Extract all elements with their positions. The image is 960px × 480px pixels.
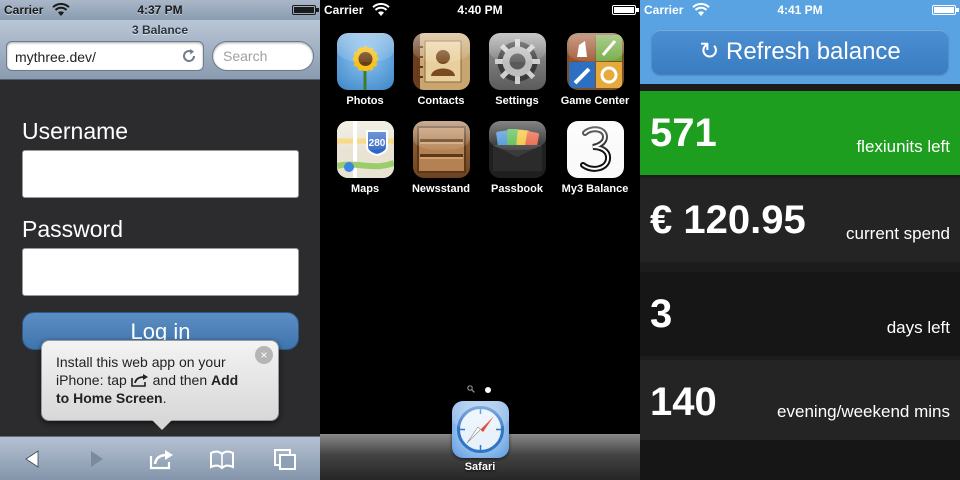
safari-screen: Carrier 4:37 PM 3 Balance mythree.dev/ U… — [0, 0, 320, 480]
clock: 4:40 PM — [457, 3, 503, 17]
safari-address-bar: 3 Balance mythree.dev/ — [0, 20, 320, 80]
stat-value: € 120.95 — [650, 198, 806, 242]
stat-label: days left — [886, 318, 950, 337]
app-label: Game Center — [560, 95, 630, 107]
share-icon[interactable] — [148, 447, 174, 471]
username-label: Username — [22, 118, 129, 144]
passbook-icon — [488, 121, 546, 178]
share-icon — [130, 374, 148, 387]
bookmarks-icon[interactable] — [209, 447, 235, 471]
battery-icon — [292, 5, 319, 15]
install-tooltip: Install this web app on your iPhone: tap… — [41, 340, 279, 430]
battery-icon — [932, 5, 959, 15]
refresh-bar: ↻ Refresh balance — [640, 20, 960, 84]
page-indicator[interactable] — [320, 380, 640, 398]
app-label: Newsstand — [411, 183, 471, 195]
stat-flexiunits: 571 flexiunits left — [640, 91, 960, 175]
app-newsstand[interactable]: Newsstand — [406, 121, 476, 195]
forward-icon[interactable] — [83, 447, 109, 471]
three-icon — [566, 121, 624, 178]
stat-label: evening/weekend mins — [777, 402, 950, 421]
tip-text-middle: and then — [152, 372, 208, 388]
app-photos[interactable]: Photos — [330, 33, 400, 107]
tabs-icon[interactable] — [272, 447, 298, 471]
game-center-icon — [566, 33, 624, 90]
reload-icon[interactable] — [181, 48, 197, 64]
status-bar: Carrier 4:41 PM — [640, 0, 960, 20]
battery-icon — [612, 5, 639, 15]
url-text: mythree.dev/ — [15, 49, 96, 65]
stat-label: flexiunits left — [856, 137, 950, 156]
username-field[interactable] — [22, 150, 299, 198]
refresh-balance-button[interactable]: ↻ Refresh balance — [652, 30, 948, 74]
password-label: Password — [22, 216, 123, 242]
app-label: Photos — [346, 95, 384, 107]
app-label: Safari — [464, 461, 496, 473]
safari-icon — [451, 401, 509, 458]
contacts-icon — [412, 33, 470, 90]
app-settings[interactable]: Settings — [482, 33, 552, 107]
page-title: 3 Balance — [131, 23, 189, 37]
home-screen: Carrier 4:40 PM Photos Contacts Settings… — [320, 0, 640, 480]
clock: 4:37 PM — [137, 3, 183, 17]
balance-screen: Carrier 4:41 PM ↻ Refresh balance 571 fl… — [640, 0, 960, 480]
stat-current-spend: € 120.95 current spend — [640, 178, 960, 262]
app-label: Maps — [350, 183, 380, 195]
app-my3-balance[interactable]: My3 Balance — [560, 121, 630, 195]
status-bar: Carrier 4:40 PM — [320, 0, 640, 20]
newsstand-icon — [412, 121, 470, 178]
clock: 4:41 PM — [777, 3, 823, 17]
app-passbook[interactable]: Passbook — [482, 121, 552, 195]
app-label: Passbook — [491, 183, 543, 195]
stat-row-empty — [640, 440, 960, 480]
safari-toolbar — [0, 436, 320, 480]
password-field[interactable] — [22, 248, 299, 296]
search-input[interactable] — [212, 41, 314, 71]
tip-text-after: . — [162, 390, 167, 406]
app-label: My3 Balance — [561, 183, 629, 195]
status-bar: Carrier 4:37 PM — [0, 0, 320, 20]
app-game-center[interactable]: Game Center — [560, 33, 630, 107]
url-field[interactable]: mythree.dev/ — [6, 41, 204, 71]
stat-evening-weekend-mins: 140 evening/weekend mins — [640, 360, 960, 440]
stat-value: 140 — [650, 380, 717, 424]
photos-icon — [336, 33, 394, 90]
stat-days-left: 3 days left — [640, 272, 960, 356]
stat-value: 571 — [650, 111, 717, 155]
maps-shield-number: 280 — [368, 138, 385, 149]
app-maps[interactable]: 280 Maps — [330, 121, 400, 195]
app-label: Settings — [495, 95, 539, 107]
spotlight-search-icon — [466, 385, 475, 393]
stat-value: 3 — [650, 292, 673, 336]
close-icon[interactable]: × — [255, 346, 273, 364]
app-label: Contacts — [417, 95, 465, 107]
app-contacts[interactable]: Contacts — [406, 33, 476, 107]
maps-icon: 280 — [336, 121, 394, 178]
stat-label: current spend — [846, 224, 950, 243]
dock-app-safari[interactable]: Safari — [445, 401, 515, 473]
back-icon[interactable] — [20, 447, 46, 471]
settings-icon — [488, 33, 546, 90]
page-dot-active — [485, 387, 492, 393]
